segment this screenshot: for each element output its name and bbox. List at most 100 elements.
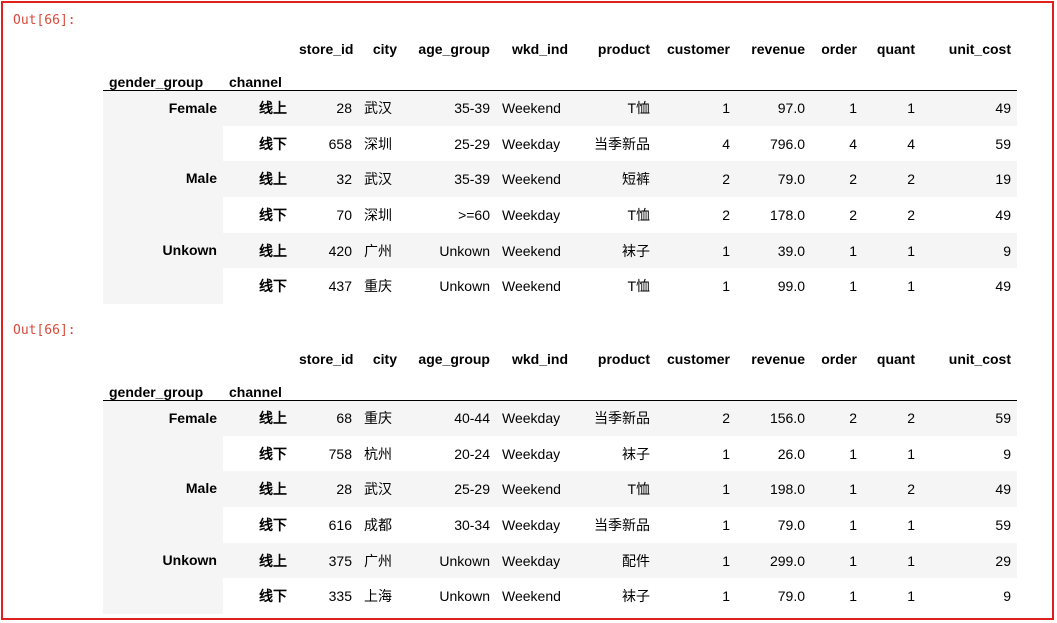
product-cell: 配件 [622, 552, 650, 569]
store-id-cell: 335 [328, 588, 352, 605]
store-id-cell: 375 [328, 552, 352, 569]
wkd-ind-cell: Weekend [502, 481, 561, 498]
wkd-ind-cell: Weekend [502, 242, 561, 259]
table-row: Female 线上 68 重庆 40-44 Weekday 当季新品 2 156… [103, 400, 1017, 472]
customer-cell: 4 [722, 135, 730, 152]
product-cell: 袜子 [622, 445, 650, 462]
dataframe-output: store_id city age_group wkd_ind product … [103, 332, 1017, 615]
column-header: wkd_ind [511, 351, 568, 367]
channel-cell: 线下 [259, 516, 287, 533]
product-cell: 袜子 [622, 588, 650, 605]
gender-group-cell: Unkown [103, 232, 223, 305]
city-cell: 杭州 [364, 445, 392, 462]
quant-cell: 2 [907, 410, 915, 427]
age-group-cell: 25-29 [454, 481, 490, 498]
channel-cell: 线下 [259, 135, 287, 152]
quant-cell: 1 [907, 588, 915, 605]
store-id-cell: 758 [328, 445, 352, 462]
column-header: product [597, 351, 650, 367]
column-header: customer [666, 41, 730, 57]
store-id-cell: 658 [328, 135, 352, 152]
unit-cost-cell: 19 [995, 171, 1011, 188]
table-row: 线下 335 上海 Unkown Weekend 袜子 1 79.0 1 1 9 [103, 578, 1017, 614]
product-cell: 当季新品 [594, 410, 650, 427]
store-id-cell: 420 [328, 242, 352, 259]
customer-cell: 1 [722, 278, 730, 295]
unit-cost-cell: 49 [995, 206, 1011, 223]
column-header: age_group [418, 351, 490, 367]
store-id-cell: 437 [328, 278, 352, 295]
revenue-cell: 178.0 [769, 206, 805, 223]
age-group-cell: Unkown [439, 552, 490, 569]
channel-cell: 线上 [259, 171, 287, 188]
order-cell: 1 [849, 481, 857, 498]
channel-cell: 线上 [259, 410, 287, 427]
quant-cell: 4 [907, 135, 915, 152]
age-group-cell: Unkown [439, 588, 490, 605]
dataframe-table: store_id city age_group wkd_ind product … [103, 332, 1017, 615]
revenue-cell: 198.0 [769, 481, 805, 498]
column-header: store_id [299, 351, 354, 367]
table-row: Male 线上 28 武汉 25-29 Weekend T恤 1 198.0 1… [103, 471, 1017, 543]
channel-cell: 线上 [259, 242, 287, 259]
product-cell: T恤 [627, 206, 650, 223]
revenue-cell: 796.0 [769, 135, 805, 152]
age-group-cell: 35-39 [454, 171, 490, 188]
store-id-cell: 616 [328, 516, 352, 533]
table-row: Unkown 线上 420 广州 Unkown Weekend 袜子 1 39.… [103, 232, 1017, 305]
customer-cell: 1 [722, 445, 730, 462]
wkd-ind-cell: Weekday [502, 206, 561, 223]
city-cell: 重庆 [364, 278, 392, 295]
column-header-row: store_id city age_group wkd_ind product … [103, 22, 1017, 57]
index-name: channel [229, 383, 282, 400]
output-prompt: Out[66]: [13, 13, 76, 28]
age-group-cell: 25-29 [454, 135, 490, 152]
unit-cost-cell: 59 [995, 516, 1011, 533]
order-cell: 1 [849, 242, 857, 259]
revenue-cell: 299.0 [769, 552, 805, 569]
quant-cell: 1 [907, 552, 915, 569]
store-id-cell: 68 [336, 410, 352, 427]
customer-cell: 1 [722, 516, 730, 533]
store-id-cell: 28 [336, 100, 352, 117]
channel-cell: 线下 [259, 445, 287, 462]
gender-group-cell: Female [103, 400, 223, 472]
table-row: 线下 616 成都 30-34 Weekday 当季新品 1 79.0 1 1 … [103, 507, 1017, 543]
city-cell: 武汉 [364, 171, 392, 188]
index-name-row: gender_group channel [103, 367, 1017, 400]
gender-group-cell: Male [103, 471, 223, 543]
product-cell: T恤 [627, 481, 650, 498]
quant-cell: 2 [907, 481, 915, 498]
order-cell: 1 [849, 516, 857, 533]
table-row: Male 线上 32 武汉 35-39 Weekend 短裤 2 79.0 2 … [103, 161, 1017, 233]
column-header: store_id [299, 41, 354, 57]
index-name: gender_group [109, 383, 204, 400]
unit-cost-cell: 59 [995, 135, 1011, 152]
product-cell: 当季新品 [594, 516, 650, 533]
city-cell: 武汉 [364, 100, 392, 117]
column-header: wkd_ind [511, 41, 568, 57]
unit-cost-cell: 9 [1003, 445, 1011, 462]
store-id-cell: 28 [336, 481, 352, 498]
customer-cell: 2 [722, 410, 730, 427]
wkd-ind-cell: Weekend [502, 278, 561, 295]
revenue-cell: 79.0 [777, 171, 805, 188]
column-header: quant [876, 351, 915, 367]
index-name: gender_group [109, 73, 204, 90]
column-header: customer [666, 351, 730, 367]
customer-cell: 1 [722, 100, 730, 117]
customer-cell: 1 [722, 481, 730, 498]
gender-group-cell: Unkown [103, 542, 223, 615]
column-header: order [821, 41, 857, 57]
dataframe-output: store_id city age_group wkd_ind product … [103, 22, 1017, 305]
order-cell: 1 [849, 100, 857, 117]
wkd-ind-cell: Weekday [502, 552, 561, 569]
wkd-ind-cell: Weekend [502, 588, 561, 605]
order-cell: 2 [849, 410, 857, 427]
column-header: city [372, 41, 397, 57]
age-group-cell: Unkown [439, 278, 490, 295]
column-header: unit_cost [948, 351, 1011, 367]
gender-group-cell: Male [103, 161, 223, 233]
quant-cell: 1 [907, 278, 915, 295]
order-cell: 1 [849, 552, 857, 569]
